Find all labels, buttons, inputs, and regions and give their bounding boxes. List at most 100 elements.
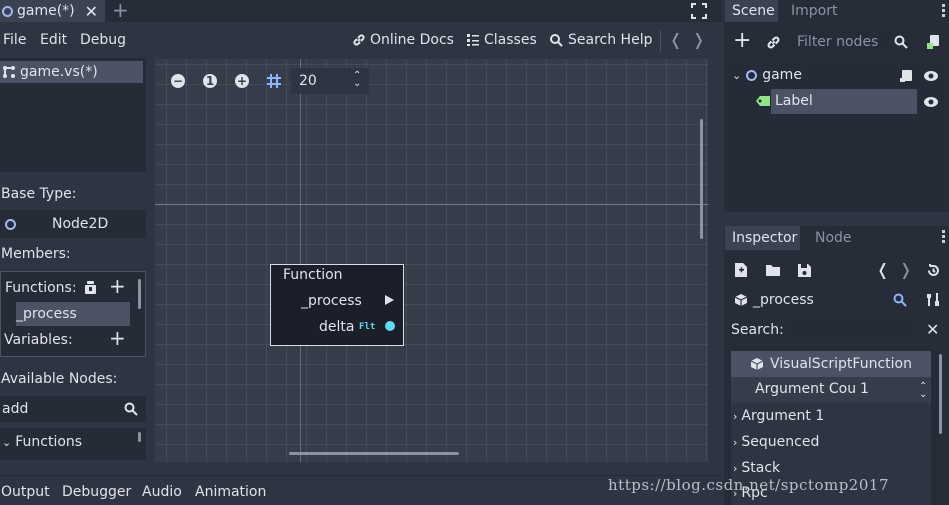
filter-nodes-input[interactable]: Filter nodes <box>790 29 914 55</box>
add-tab-icon[interactable]: + <box>112 0 129 20</box>
classes-button[interactable]: Classes <box>466 32 537 48</box>
script-file-item[interactable]: game.vs(*) <box>0 61 143 83</box>
bottom-tab-debugger[interactable]: Debugger <box>62 484 131 500</box>
new-resource-icon[interactable] <box>733 262 749 278</box>
scene-node-game-label: game <box>762 67 802 83</box>
graph-horizontal-scrollbar[interactable] <box>289 452 459 455</box>
clear-search-icon[interactable]: ✕ <box>926 320 939 339</box>
available-nodes-label: Available Nodes: <box>1 371 118 387</box>
history-back-icon[interactable]: ❬ <box>876 260 889 279</box>
visibility-eye-icon[interactable] <box>922 93 940 111</box>
scene-root-icon <box>2 5 13 17</box>
available-nodes-search[interactable]: add <box>0 396 146 422</box>
inspector-search-input[interactable] <box>790 317 915 343</box>
tab-scene[interactable]: Scene <box>732 3 775 19</box>
section-argument-1[interactable]: › Argument 1 <box>731 403 931 429</box>
search-icon[interactable] <box>893 293 907 307</box>
script-file-label: game.vs(*) <box>20 64 98 80</box>
function-item-process[interactable]: _process <box>16 302 130 326</box>
menu-edit[interactable]: Edit <box>40 32 67 48</box>
section-stack-label: Stack <box>741 460 781 476</box>
graph-origin-vertical <box>300 59 301 462</box>
history-back-icon[interactable]: ❬ <box>669 30 682 49</box>
watermark-text: https://blog.csdn.net/spctomp2017 <box>608 476 889 494</box>
online-docs-button[interactable]: Online Docs <box>352 32 454 48</box>
history-forward-icon[interactable]: ❭ <box>899 260 912 279</box>
label-node-icon <box>755 95 771 107</box>
snap-distance-field[interactable]: 20 ⌃ ⌄ <box>291 68 369 94</box>
base-type-field[interactable]: Node2D <box>0 210 146 238</box>
search-help-label: Search Help <box>568 32 653 48</box>
tree-item-functions[interactable]: ⌄ Functions <box>2 434 82 450</box>
search-help-button[interactable]: Search Help <box>549 32 652 48</box>
zoom-out-button[interactable]: − <box>171 74 185 88</box>
object-history-icon[interactable] <box>925 262 941 278</box>
scene-node-game[interactable]: ⌄ game <box>732 67 802 83</box>
search-icon <box>894 35 908 49</box>
base-type-label: Base Type: <box>1 186 77 202</box>
chevron-right-icon: › <box>733 461 738 475</box>
dock-menu-icon[interactable] <box>942 4 945 17</box>
tab-import[interactable]: Import <box>791 3 837 19</box>
menu-separator <box>660 30 661 52</box>
section-argument-1-label: Argument 1 <box>741 408 825 424</box>
section-sequenced[interactable]: › Sequenced <box>731 429 931 455</box>
delta-port-label: delta <box>319 319 355 335</box>
members-scrollbar[interactable] <box>138 279 141 309</box>
search-doc-icon <box>550 33 563 47</box>
functions-label: Functions: <box>5 280 77 296</box>
zoom-reset-button[interactable]: 1 <box>203 74 217 88</box>
snap-grid-icon[interactable] <box>265 72 283 90</box>
override-function-icon[interactable] <box>82 279 98 295</box>
argument-count-property[interactable]: Argument Cou 1 ⌃ ⌄ <box>731 377 931 403</box>
function-node-title: Function <box>283 267 343 283</box>
save-icon[interactable] <box>796 262 812 278</box>
node2d-icon <box>5 218 16 230</box>
script-icon[interactable] <box>898 68 914 84</box>
add-function-icon[interactable]: + <box>109 276 126 296</box>
open-folder-icon[interactable] <box>764 262 781 278</box>
spinner-icon[interactable]: ⌃ ⌄ <box>919 382 927 400</box>
graph-vertical-scrollbar[interactable] <box>700 119 703 239</box>
class-header-label: VisualScriptFunction <box>770 356 912 372</box>
section-sequenced-label: Sequenced <box>741 434 820 450</box>
object-tools-icon[interactable] <box>925 291 941 307</box>
attach-script-icon[interactable] <box>925 33 943 51</box>
tree-scrollbar[interactable] <box>138 432 141 442</box>
function-node[interactable]: Function _process delta Flt <box>270 264 404 346</box>
tab-game[interactable]: game(*) ✕ <box>0 0 105 22</box>
variables-label: Variables: <box>4 332 73 348</box>
spinner-icon[interactable]: ⌃ ⌄ <box>353 71 361 89</box>
bottom-tab-output[interactable]: Output <box>1 484 50 500</box>
bottom-tab-animation[interactable]: Animation <box>195 484 266 500</box>
fullscreen-icon[interactable] <box>690 2 708 20</box>
object-cube-icon <box>750 358 764 370</box>
visibility-eye-icon[interactable] <box>922 67 940 85</box>
instance-scene-icon[interactable] <box>765 34 781 50</box>
tab-inspector[interactable]: Inspector <box>732 230 797 246</box>
history-forward-icon[interactable]: ❭ <box>692 30 705 49</box>
visual-script-icon <box>3 66 15 78</box>
menu-file[interactable]: File <box>3 32 26 48</box>
float-type-icon: Flt <box>359 322 376 332</box>
sequence-output-port[interactable] <box>385 295 394 305</box>
available-nodes-search-value: add <box>2 401 29 417</box>
visual-script-graph[interactable]: − 1 + 20 ⌃ ⌄ Function _process delta Flt <box>155 59 708 462</box>
function-node-name: _process <box>301 293 362 309</box>
inspector-search-label: Search: <box>731 322 784 338</box>
online-docs-label: Online Docs <box>370 32 454 48</box>
inspector-scrollbar[interactable] <box>939 354 942 434</box>
add-node-icon[interactable]: + <box>733 30 751 52</box>
add-variable-icon[interactable]: + <box>109 328 126 348</box>
zoom-in-button[interactable]: + <box>235 74 249 88</box>
tab-node[interactable]: Node <box>815 230 852 246</box>
delta-output-port[interactable] <box>385 321 395 331</box>
close-tab-icon[interactable]: ✕ <box>85 2 98 21</box>
bottom-tab-audio[interactable]: Audio <box>142 484 182 500</box>
chevron-down-icon: ⌄ <box>2 435 12 449</box>
object-cube-icon <box>733 292 749 308</box>
chevron-right-icon: › <box>733 435 738 449</box>
search-icon <box>124 402 138 416</box>
dock-menu-icon[interactable] <box>942 230 945 243</box>
menu-debug[interactable]: Debug <box>80 32 126 48</box>
